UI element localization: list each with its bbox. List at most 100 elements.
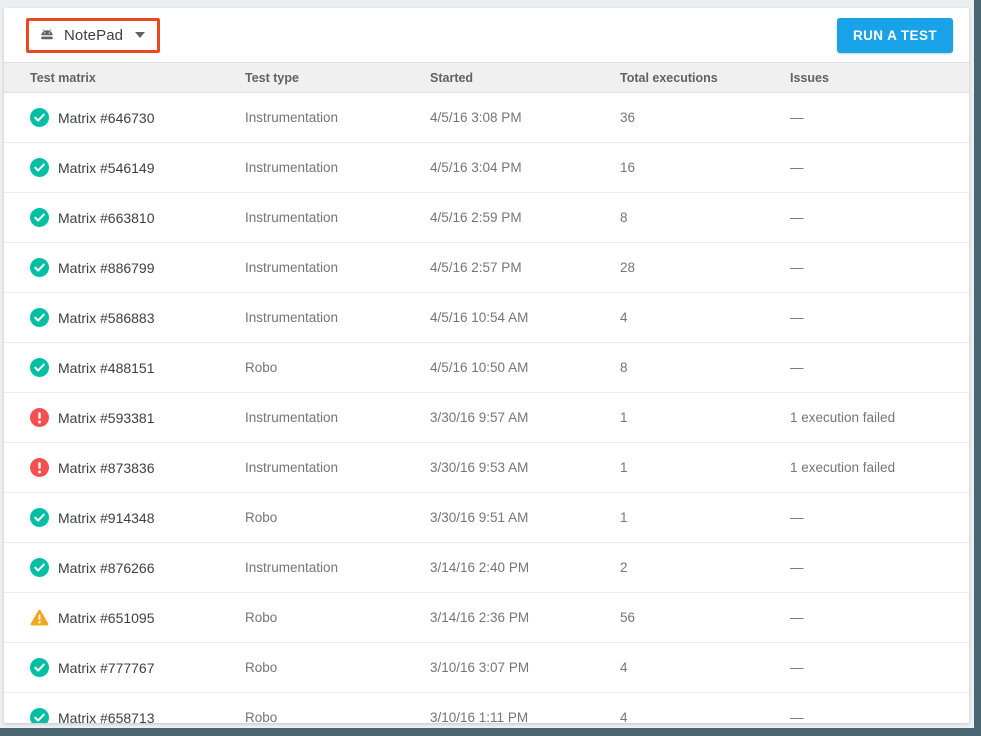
total-executions-cell: 8 (620, 210, 628, 225)
test-type-cell: Robo (245, 660, 278, 675)
table-row[interactable]: Matrix #777767 Robo 3/10/16 3:07 PM 4 — (4, 643, 969, 693)
total-executions-cell: 56 (620, 610, 636, 625)
chevron-down-icon (135, 32, 146, 38)
issues-cell: — (790, 610, 804, 625)
issues-cell: — (790, 560, 804, 575)
table-row[interactable]: Matrix #488151 Robo 4/5/16 10:50 AM 8 — (4, 343, 969, 393)
annotation-highlight-box: NotePad (26, 17, 161, 53)
started-cell: 4/5/16 2:57 PM (430, 260, 522, 275)
started-cell: 3/30/16 9:51 AM (430, 510, 529, 525)
matrix-name: Matrix #886799 (58, 259, 155, 276)
table-row[interactable]: Matrix #586883 Instrumentation 4/5/16 10… (4, 293, 969, 343)
total-executions-cell: 8 (620, 360, 628, 375)
total-executions-cell: 4 (620, 660, 628, 675)
screenshot-frame: NotePad RUN A TEST Test matrix Test type… (0, 0, 981, 736)
total-executions-cell: 16 (620, 160, 636, 175)
issues-cell: — (790, 110, 804, 125)
test-type-cell: Instrumentation (245, 460, 339, 475)
started-cell: 3/10/16 1:11 PM (430, 710, 529, 723)
issues-cell: — (790, 210, 804, 225)
matrix-name: Matrix #488151 (58, 359, 155, 376)
column-header-started: Started (430, 70, 474, 85)
test-type-cell: Instrumentation (245, 160, 339, 175)
table-row[interactable]: Matrix #663810 Instrumentation 4/5/16 2:… (4, 193, 969, 243)
started-cell: 3/10/16 3:07 PM (430, 660, 530, 675)
table-row[interactable]: Matrix #876266 Instrumentation 3/14/16 2… (4, 543, 969, 593)
started-cell: 4/5/16 3:08 PM (430, 110, 522, 125)
matrix-name: Matrix #873836 (58, 459, 155, 476)
started-cell: 4/5/16 10:50 AM (430, 360, 529, 375)
column-header-test-matrix: Test matrix (30, 70, 96, 85)
success-icon (30, 508, 49, 527)
android-icon (38, 27, 56, 43)
run-a-test-button[interactable]: RUN A TEST (837, 17, 953, 53)
test-type-cell: Instrumentation (245, 210, 339, 225)
warning-icon (30, 608, 49, 627)
table-row[interactable]: Matrix #646730 Instrumentation 4/5/16 3:… (4, 93, 969, 143)
error-icon (30, 408, 49, 427)
test-type-cell: Robo (245, 610, 278, 625)
matrix-name: Matrix #593381 (58, 409, 155, 426)
test-matrices-panel: NotePad RUN A TEST Test matrix Test type… (4, 8, 969, 723)
table-row[interactable]: Matrix #546149 Instrumentation 4/5/16 3:… (4, 143, 969, 193)
test-type-cell: Instrumentation (245, 410, 339, 425)
issues-cell: — (790, 710, 804, 723)
table-row[interactable]: Matrix #651095 Robo 3/14/16 2:36 PM 56 — (4, 593, 969, 643)
matrix-name: Matrix #586883 (58, 309, 155, 326)
total-executions-cell: 1 (620, 410, 628, 425)
issues-cell: 1 execution failed (790, 460, 896, 475)
success-icon (30, 258, 49, 277)
table-row[interactable]: Matrix #658713 Robo 3/10/16 1:11 PM 4 — (4, 693, 969, 723)
matrix-name: Matrix #876266 (58, 559, 155, 576)
success-icon (30, 358, 49, 377)
total-executions-cell: 4 (620, 710, 628, 723)
total-executions-cell: 1 (620, 510, 628, 525)
test-type-cell: Robo (245, 710, 278, 723)
started-cell: 4/5/16 3:04 PM (430, 160, 522, 175)
success-icon (30, 658, 49, 677)
test-type-cell: Instrumentation (245, 110, 339, 125)
started-cell: 3/30/16 9:53 AM (430, 460, 529, 475)
column-header-test-type: Test type (245, 70, 299, 85)
test-type-cell: Instrumentation (245, 310, 339, 325)
total-executions-cell: 28 (620, 260, 636, 275)
issues-cell: — (790, 360, 804, 375)
matrix-name: Matrix #777767 (58, 659, 155, 676)
total-executions-cell: 36 (620, 110, 636, 125)
issues-cell: — (790, 260, 804, 275)
success-icon (30, 558, 49, 577)
success-icon (30, 158, 49, 177)
success-icon (30, 708, 49, 723)
total-executions-cell: 4 (620, 310, 628, 325)
issues-cell: — (790, 660, 804, 675)
column-header-issues: Issues (790, 70, 829, 85)
started-cell: 3/14/16 2:36 PM (430, 610, 530, 625)
app-selector-dropdown[interactable]: NotePad (29, 20, 158, 50)
table-row[interactable]: Matrix #886799 Instrumentation 4/5/16 2:… (4, 243, 969, 293)
test-type-cell: Instrumentation (245, 560, 339, 575)
toolbar: NotePad RUN A TEST (4, 8, 969, 62)
table-row[interactable]: Matrix #914348 Robo 3/30/16 9:51 AM 1 — (4, 493, 969, 543)
total-executions-cell: 2 (620, 560, 628, 575)
matrix-name: Matrix #663810 (58, 209, 155, 226)
issues-cell: — (790, 310, 804, 325)
test-type-cell: Robo (245, 360, 278, 375)
column-header-total-executions: Total executions (620, 70, 718, 85)
started-cell: 4/5/16 2:59 PM (430, 210, 522, 225)
matrix-name: Matrix #914348 (58, 509, 155, 526)
matrix-name: Matrix #546149 (58, 159, 155, 176)
table-row[interactable]: Matrix #873836 Instrumentation 3/30/16 9… (4, 443, 969, 493)
test-type-cell: Robo (245, 510, 278, 525)
test-type-cell: Instrumentation (245, 260, 339, 275)
issues-cell: — (790, 160, 804, 175)
started-cell: 3/30/16 9:57 AM (430, 410, 529, 425)
table-row[interactable]: Matrix #593381 Instrumentation 3/30/16 9… (4, 393, 969, 443)
started-cell: 3/14/16 2:40 PM (430, 560, 530, 575)
matrix-name: Matrix #651095 (58, 609, 155, 626)
matrix-name: Matrix #646730 (58, 109, 155, 126)
table-header-row: Test matrix Test type Started Total exec… (4, 62, 969, 93)
table-body: Matrix #646730 Instrumentation 4/5/16 3:… (4, 93, 969, 723)
matrix-name: Matrix #658713 (58, 709, 155, 724)
total-executions-cell: 1 (620, 460, 628, 475)
app-selector-label: NotePad (64, 26, 124, 44)
